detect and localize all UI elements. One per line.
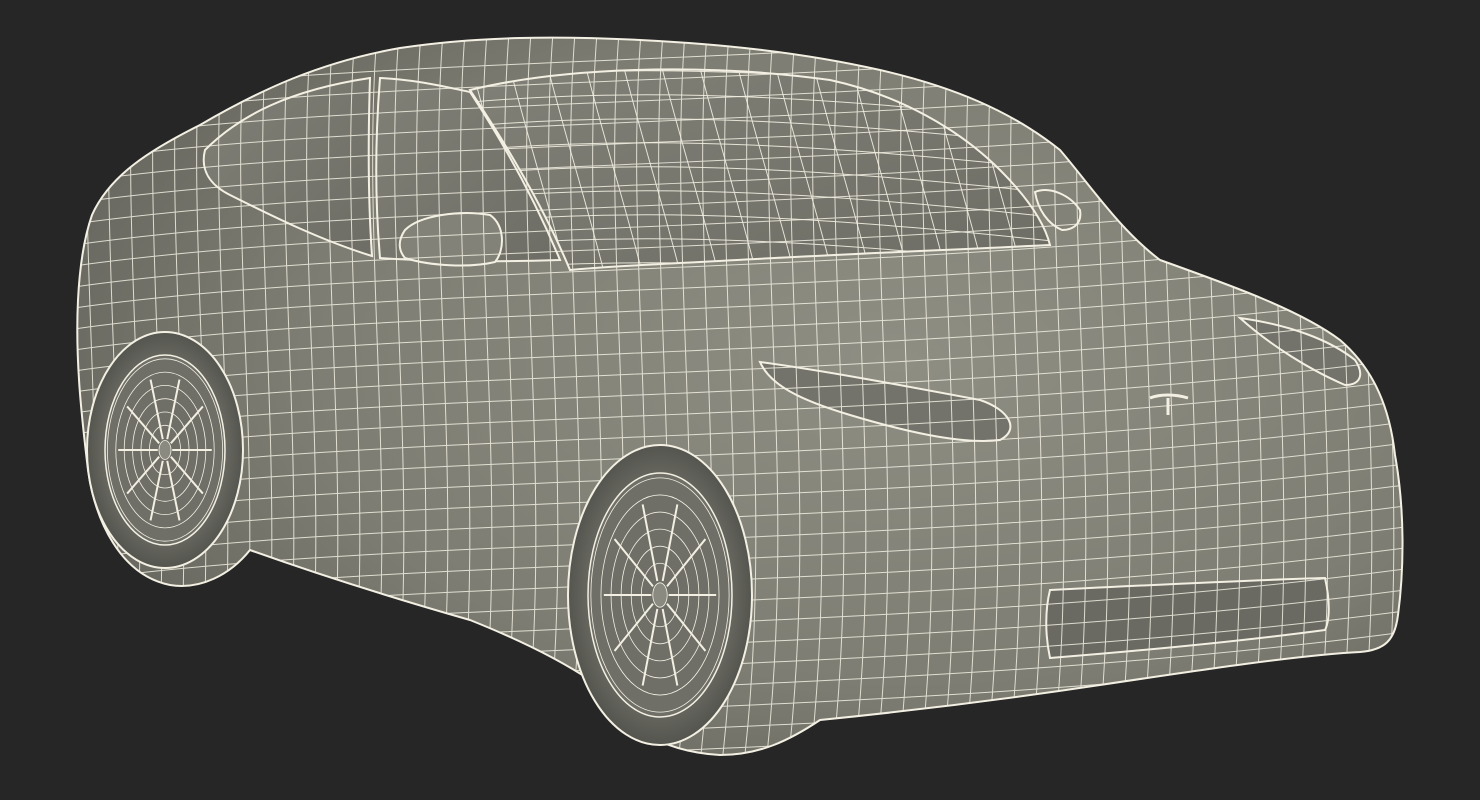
rear-wheel	[86, 331, 244, 569]
front-wheel	[567, 444, 753, 746]
render-viewport	[0, 0, 1480, 800]
car-wireframe-render	[76, 36, 1404, 757]
